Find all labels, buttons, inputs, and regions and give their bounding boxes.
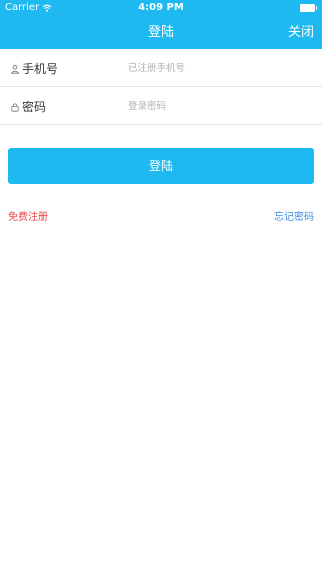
phone-label: 手机号 [22,62,59,76]
password-label-group: 密码 [10,88,46,125]
close-button[interactable]: 关闭 [288,16,314,49]
battery-icon [300,4,317,12]
lock-icon [11,102,19,112]
user-icon [10,64,20,74]
phone-row: 手机号 [0,50,322,87]
password-label: 密码 [22,100,47,114]
password-row: 密码 [0,88,322,125]
phone-label-group: 手机号 [10,50,58,87]
forgot-password-link[interactable]: 忘记密码 [274,208,314,223]
login-button[interactable]: 登陆 [8,148,314,184]
register-link[interactable]: 免费注册 [8,208,48,223]
status-bar: Carrier 4:09 PM [0,0,322,16]
password-input[interactable] [128,94,313,119]
status-time: 4:09 PM [138,2,184,13]
header: Carrier 4:09 PM 登陆 关闭 [0,0,322,49]
page-title: 登陆 [147,25,174,40]
phone-input[interactable] [128,56,313,81]
